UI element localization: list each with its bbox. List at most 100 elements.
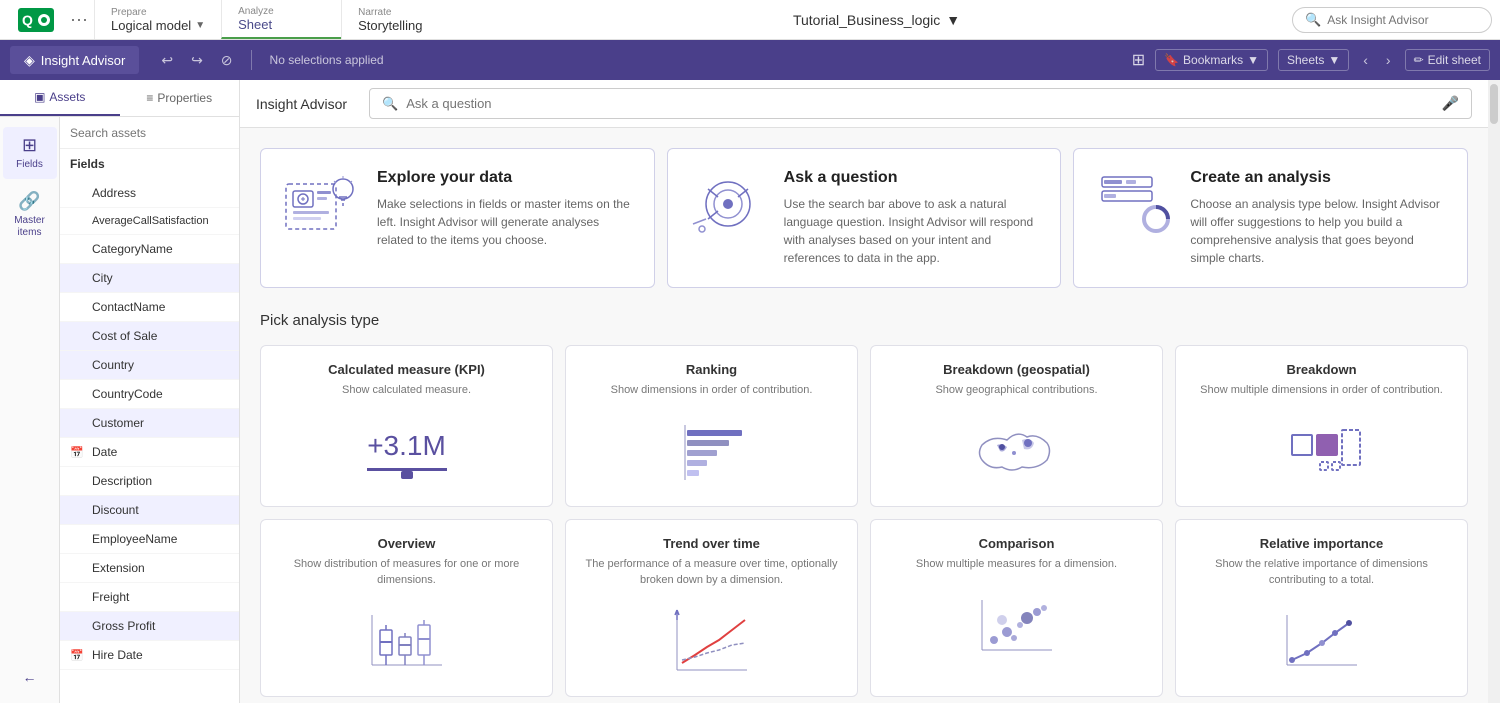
relative-title: Relative importance bbox=[1260, 536, 1384, 551]
analysis-card-breakdown[interactable]: Breakdown Show multiple dimensions in or… bbox=[1175, 345, 1468, 507]
assets-icon: ▣ bbox=[34, 90, 45, 104]
field-city[interactable]: City bbox=[60, 264, 239, 293]
kpi-number: +3.1M bbox=[367, 430, 446, 462]
trend-desc: The performance of a measure over time, … bbox=[582, 557, 841, 588]
search-icon: 🔍 bbox=[1305, 12, 1321, 28]
search-assets-input[interactable] bbox=[70, 126, 229, 140]
analysis-card-overview[interactable]: Overview Show distribution of measures f… bbox=[260, 519, 553, 697]
analysis-card-geo[interactable]: Breakdown (geospatial) Show geographical… bbox=[870, 345, 1163, 507]
analysis-card-comparison[interactable]: Comparison Show multiple measures for a … bbox=[870, 519, 1163, 697]
narrate-value: Storytelling bbox=[358, 18, 445, 33]
field-contact[interactable]: ContactName bbox=[60, 293, 239, 322]
field-country[interactable]: Country bbox=[60, 351, 239, 380]
fields-list-panel: Fields Address AverageCallSatisfaction C… bbox=[60, 117, 239, 703]
field-employee-name[interactable]: EmployeeName bbox=[60, 525, 239, 554]
edit-icon: ✏ bbox=[1414, 53, 1424, 67]
nav-right: 🔍 bbox=[1292, 7, 1492, 33]
ia-search-bar[interactable]: 🔍 🎤 bbox=[369, 88, 1472, 119]
analysis-grid: Calculated measure (KPI) Show calculated… bbox=[260, 345, 1468, 697]
properties-icon: ≡ bbox=[146, 91, 153, 105]
create-analysis-card[interactable]: Create an analysis Choose an analysis ty… bbox=[1073, 148, 1468, 288]
field-cost-of-sale[interactable]: Cost of Sale bbox=[60, 322, 239, 351]
overview-desc: Show distribution of measures for one or… bbox=[277, 557, 536, 588]
bookmarks-chevron: ▼ bbox=[1247, 53, 1259, 67]
selection-back-icon[interactable]: ↩ bbox=[157, 48, 177, 73]
fields-header: Fields bbox=[60, 149, 239, 179]
fields-icon: ⊞ bbox=[22, 135, 37, 156]
app-title[interactable]: Tutorial_Business_logic ▼ bbox=[793, 12, 960, 28]
toolbar: ◈ Insight Advisor ↩ ↪ ⊘ No selections ap… bbox=[0, 40, 1500, 80]
right-scrollbar[interactable] bbox=[1488, 80, 1500, 703]
geo-visual bbox=[887, 410, 1146, 490]
analysis-card-trend[interactable]: Trend over time The performance of a mea… bbox=[565, 519, 858, 697]
bookmarks-button[interactable]: 🔖 Bookmarks ▼ bbox=[1155, 49, 1268, 71]
microphone-icon[interactable]: 🎤 bbox=[1442, 95, 1459, 112]
insight-advisor-button[interactable]: ◈ Insight Advisor bbox=[10, 46, 139, 74]
prepare-value: Logical model ▼ bbox=[111, 18, 205, 33]
ask-question-icon bbox=[688, 169, 768, 239]
edit-sheet-button[interactable]: ✏ Edit sheet bbox=[1405, 49, 1490, 71]
explore-data-card[interactable]: Explore your data Make selections in fie… bbox=[260, 148, 655, 288]
narrate-label: Narrate bbox=[358, 7, 445, 18]
sidebar-item-fields[interactable]: ⊞ Fields bbox=[3, 127, 57, 179]
field-discount[interactable]: Discount bbox=[60, 496, 239, 525]
breakdown-visual bbox=[1192, 410, 1451, 490]
analysis-card-relative[interactable]: Relative importance Show the relative im… bbox=[1175, 519, 1468, 697]
insight-advisor-icon: ◈ bbox=[24, 52, 35, 69]
analysis-card-kpi[interactable]: Calculated measure (KPI) Show calculated… bbox=[260, 345, 553, 507]
toolbar-right: ⊞ 🔖 Bookmarks ▼ Sheets ▼ ‹ › ✏ Edit shee… bbox=[1132, 48, 1490, 72]
more-options-button[interactable]: ··· bbox=[64, 9, 94, 30]
create-analysis-content: Create an analysis Choose an analysis ty… bbox=[1190, 169, 1447, 267]
top-nav: Q ··· Prepare Logical model ▼ Analyze Sh… bbox=[0, 0, 1500, 40]
analyze-label: Analyze bbox=[238, 6, 325, 17]
relative-visual bbox=[1192, 600, 1451, 680]
global-search-box[interactable]: 🔍 bbox=[1292, 7, 1492, 33]
logo[interactable]: Q bbox=[8, 8, 64, 32]
field-category[interactable]: CategoryName bbox=[60, 235, 239, 264]
grid-view-icon[interactable]: ⊞ bbox=[1132, 50, 1145, 70]
ask-question-desc: Use the search bar above to ask a natura… bbox=[784, 195, 1041, 267]
clear-selections-icon[interactable]: ⊘ bbox=[217, 48, 237, 73]
geo-title: Breakdown (geospatial) bbox=[943, 362, 1090, 377]
field-country-code[interactable]: CountryCode bbox=[60, 380, 239, 409]
field-gross-profit[interactable]: Gross Profit bbox=[60, 612, 239, 641]
create-analysis-desc: Choose an analysis type below. Insight A… bbox=[1190, 195, 1447, 267]
field-avg-call[interactable]: AverageCallSatisfaction bbox=[60, 208, 239, 235]
explore-data-content: Explore your data Make selections in fie… bbox=[377, 169, 634, 249]
field-date[interactable]: 📅 Date bbox=[60, 438, 239, 467]
field-hire-date[interactable]: 📅 Hire Date bbox=[60, 641, 239, 670]
sidebar-item-master-items[interactable]: 🔗 Master items bbox=[3, 183, 57, 247]
panel-tabs: ▣ Assets ≡ Properties bbox=[0, 80, 239, 117]
field-freight[interactable]: Freight bbox=[60, 583, 239, 612]
selection-forward-icon[interactable]: ↪ bbox=[187, 48, 207, 73]
nav-prev-icon[interactable]: ‹ bbox=[1359, 48, 1372, 72]
field-description[interactable]: Description bbox=[60, 467, 239, 496]
explore-cards: Explore your data Make selections in fie… bbox=[260, 148, 1468, 288]
master-items-icon: 🔗 bbox=[18, 191, 40, 212]
analysis-card-ranking[interactable]: Ranking Show dimensions in order of cont… bbox=[565, 345, 858, 507]
create-analysis-icon bbox=[1094, 169, 1174, 239]
explore-data-desc: Make selections in fields or master item… bbox=[377, 195, 634, 249]
nav-prepare[interactable]: Prepare Logical model ▼ bbox=[94, 0, 221, 39]
nav-narrate[interactable]: Narrate Storytelling bbox=[341, 0, 461, 39]
collapse-icon: ← bbox=[23, 669, 37, 685]
main-layout: ▣ Assets ≡ Properties ⊞ Fields 🔗 Master … bbox=[0, 80, 1500, 703]
explore-data-title: Explore your data bbox=[377, 169, 634, 187]
scroll-thumb[interactable] bbox=[1490, 84, 1498, 124]
field-extension[interactable]: Extension bbox=[60, 554, 239, 583]
comparison-desc: Show multiple measures for a dimension. bbox=[916, 557, 1117, 572]
nav-next-icon[interactable]: › bbox=[1382, 48, 1395, 72]
ranking-desc: Show dimensions in order of contribution… bbox=[611, 383, 813, 398]
ask-question-card[interactable]: Ask a question Use the search bar above … bbox=[667, 148, 1062, 288]
kpi-visual: +3.1M bbox=[277, 410, 536, 490]
tab-assets[interactable]: ▣ Assets bbox=[0, 80, 120, 116]
nav-analyze[interactable]: Analyze Sheet bbox=[221, 0, 341, 39]
overview-visual bbox=[277, 600, 536, 680]
collapse-panel-button[interactable]: ← bbox=[3, 661, 57, 693]
sheets-button[interactable]: Sheets ▼ bbox=[1278, 49, 1349, 71]
ia-search-input[interactable] bbox=[406, 96, 1433, 111]
global-search-input[interactable] bbox=[1327, 13, 1479, 27]
tab-properties[interactable]: ≡ Properties bbox=[120, 80, 240, 116]
field-address[interactable]: Address bbox=[60, 179, 239, 208]
field-customer[interactable]: Customer bbox=[60, 409, 239, 438]
